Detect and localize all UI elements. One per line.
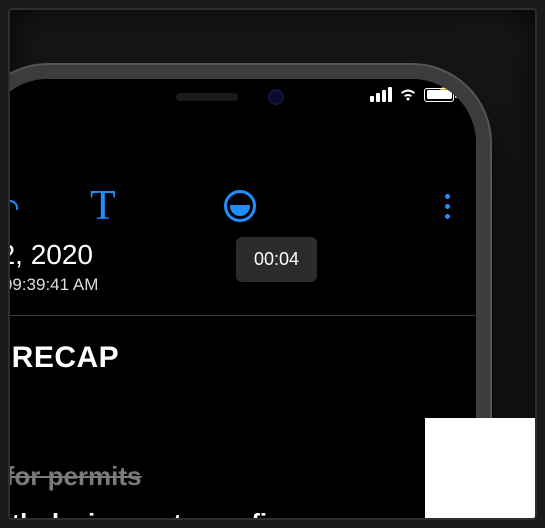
wifi-icon xyxy=(398,87,418,102)
editor-toolbar: T xyxy=(8,175,476,237)
phone-screen: T 22, 2020 at 09:39:41 AM 00:04 T RECAP … xyxy=(8,79,476,520)
recording-timer: 00:04 xyxy=(236,237,317,282)
note-title[interactable]: T RECAP xyxy=(8,341,476,375)
note-created-time: at 09:39:41 AM xyxy=(8,275,98,295)
phone-body: T 22, 2020 at 09:39:41 AM 00:04 T RECAP … xyxy=(8,65,490,520)
checklist-item-completed[interactable]: y for permits xyxy=(8,461,476,492)
front-camera xyxy=(268,89,284,105)
overlay-block xyxy=(425,418,535,518)
display-notch xyxy=(115,79,345,115)
header-divider xyxy=(8,315,476,316)
battery-icon xyxy=(424,88,454,102)
note-metadata: 22, 2020 at 09:39:41 AM xyxy=(8,239,98,295)
speaker-grille xyxy=(176,93,238,101)
recording-indicator-icon[interactable] xyxy=(224,190,256,222)
more-options-button[interactable] xyxy=(445,194,450,219)
undo-button[interactable] xyxy=(8,191,20,221)
note-body[interactable]: T RECAP y for permits with designers to … xyxy=(8,341,476,520)
checklist-item[interactable]: with designers to confirm xyxy=(8,508,476,520)
note-date: 22, 2020 xyxy=(8,239,98,271)
status-bar xyxy=(370,87,454,102)
cellular-signal-icon xyxy=(370,87,392,102)
image-frame: T 22, 2020 at 09:39:41 AM 00:04 T RECAP … xyxy=(8,8,537,520)
text-style-button[interactable]: T xyxy=(90,182,116,230)
